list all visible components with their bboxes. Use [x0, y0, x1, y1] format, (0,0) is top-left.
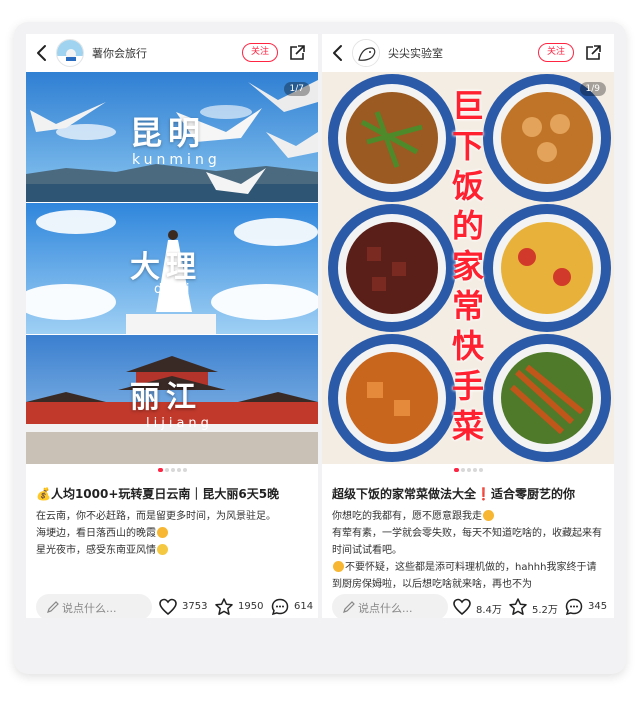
image-counter: 1/7: [283, 82, 310, 96]
heart-icon: [159, 598, 177, 616]
share-icon[interactable]: [584, 44, 602, 62]
star-emoji-icon: [157, 544, 168, 555]
comment-icon: [565, 598, 583, 616]
title-char: 饭: [451, 167, 484, 205]
smile-emoji-icon: [157, 527, 168, 538]
note-title: 超级下饭的家常菜做法大全❗适合零厨艺的你: [332, 487, 575, 501]
collect-count: 5.2万: [532, 605, 558, 616]
comment-input[interactable]: 说点什么...: [36, 594, 152, 618]
comment-count: 614: [294, 601, 314, 612]
title-char: 快: [451, 327, 484, 365]
comment-input[interactable]: 说点什么...: [332, 594, 448, 618]
comment-icon: [271, 598, 289, 616]
heart-eyes-emoji-icon: [333, 561, 344, 572]
body-line: 不要怀疑，这些都是添可料理机做的，hahhh我家终于请到厨房保姆啦，以后想吃啥就…: [332, 561, 597, 590]
body-line: 在云南，你不必赶路，而是留更多时间，为风景驻足。: [36, 511, 276, 522]
star-icon: [509, 598, 527, 615]
note-card-home-cooking: 尖尖实验室 关注 巨 下 饭 的 家 常 快 手 菜 1/9 超级下饭的家常菜做…: [322, 34, 614, 618]
title-char: 手: [451, 367, 484, 405]
city-lijiang-label: 丽江: [130, 380, 202, 415]
note-image[interactable]: 昆明 kunming 大理 dali 丽江 lijiang 1/7: [26, 72, 318, 464]
city-kunming-pinyin: kunming: [132, 152, 221, 168]
avatar[interactable]: [352, 39, 380, 67]
like-count: 8.4万: [476, 605, 502, 616]
heart-eyes-emoji-icon: [483, 510, 494, 521]
note-header: 薯你会旅行 关注: [26, 34, 318, 72]
body-line: 你想吃的我都有，愿不愿意跟我走: [332, 508, 606, 525]
body-line: 星光夜市，感受东南亚风情: [36, 542, 310, 559]
heart-icon: [453, 598, 471, 616]
note-body: 你想吃的我都有，愿不愿意跟我走 有荤有素，一学就会零失败，每天不知道吃啥的，收藏…: [332, 508, 606, 593]
star-icon: [215, 598, 233, 615]
author-name[interactable]: 尖尖实验室: [388, 45, 443, 61]
city-dali-pinyin: dali: [154, 282, 194, 297]
city-kunming-label: 昆明: [130, 114, 207, 152]
city-dali-label: 大理: [130, 250, 202, 285]
body-line: 有荤有素，一学就会零失败，每天不知道吃啥的，收藏起来有时间试试看吧。: [332, 528, 602, 556]
note-body: 在云南，你不必赶路，而是留更多时间，为风景驻足。 海埂边，看日落西山的晚霞 星光…: [36, 508, 310, 559]
image-title-vertical: 巨 下 饭 的 家 常 快 手 菜: [446, 86, 490, 446]
carousel-indicator: [322, 468, 614, 474]
note-footer: 说点什么... 3753 1950 614: [26, 594, 318, 618]
follow-button[interactable]: 关注: [242, 43, 278, 62]
avatar[interactable]: [56, 39, 84, 67]
note-header: 尖尖实验室 关注: [322, 34, 614, 72]
like-count: 3753: [182, 601, 208, 612]
title-char: 家: [451, 247, 484, 285]
note-card-yunnan-travel: 薯你会旅行 关注 昆明 kunming 大理 dali 丽江 lijiang 1…: [26, 34, 318, 618]
comment-placeholder: 说点什么...: [62, 602, 117, 615]
title-char: 下: [451, 127, 484, 165]
follow-button[interactable]: 关注: [538, 43, 574, 62]
city-lijiang-pinyin: lijiang: [146, 416, 213, 431]
note-title: 💰人均1000+玩转夏日云南｜昆大丽6天5晚: [36, 487, 280, 501]
collect-count: 1950: [238, 601, 264, 612]
back-arrow-icon[interactable]: [32, 41, 52, 65]
back-arrow-icon[interactable]: [328, 41, 348, 65]
share-icon[interactable]: [288, 44, 306, 62]
title-char: 的: [451, 207, 484, 245]
title-char: 常: [451, 287, 484, 325]
image-counter: 1/9: [579, 82, 606, 96]
pen-icon: [343, 601, 355, 613]
carousel-indicator: [26, 468, 318, 474]
pen-icon: [47, 601, 59, 613]
title-char: 菜: [451, 407, 484, 445]
comment-count: 345: [588, 601, 608, 612]
note-footer: 说点什么... 8.4万 5.2万 345: [322, 594, 614, 618]
comment-placeholder: 说点什么...: [358, 602, 413, 615]
body-line: 海埂边，看日落西山的晚霞: [36, 525, 310, 542]
author-name[interactable]: 薯你会旅行: [92, 45, 147, 61]
title-char: 巨: [451, 87, 484, 125]
note-image[interactable]: 巨 下 饭 的 家 常 快 手 菜 1/9: [322, 72, 614, 464]
